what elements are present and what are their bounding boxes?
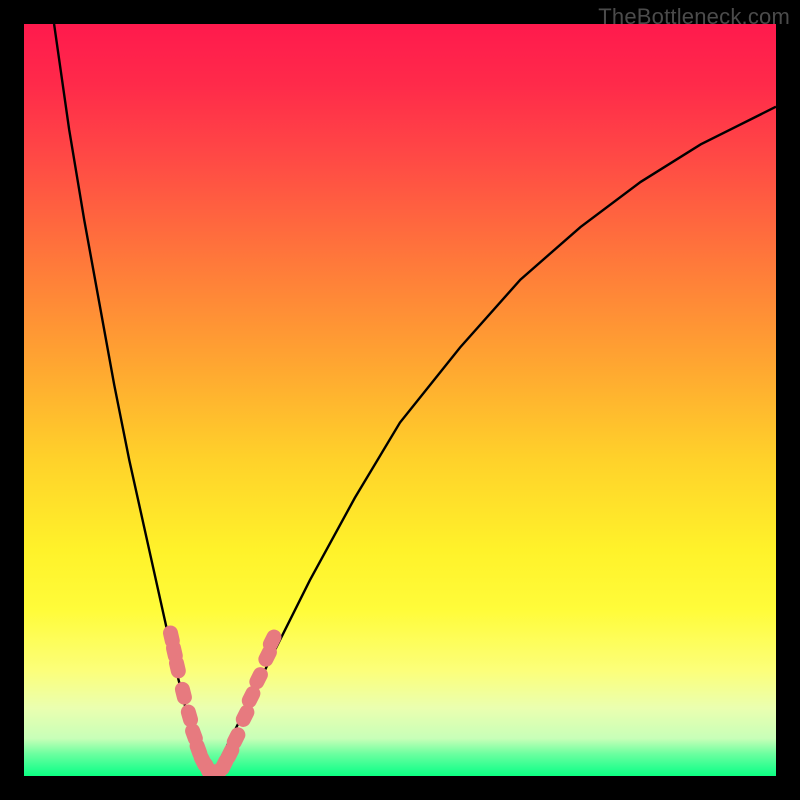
data-markers (162, 625, 283, 776)
chart-svg (24, 24, 776, 776)
curve-left-branch (54, 24, 212, 776)
data-marker (174, 681, 193, 706)
plot-area (24, 24, 776, 776)
curve-right-branch (212, 107, 776, 776)
watermark-text: TheBottleneck.com (598, 4, 790, 30)
outer-frame: TheBottleneck.com (0, 0, 800, 800)
data-marker (168, 655, 187, 680)
